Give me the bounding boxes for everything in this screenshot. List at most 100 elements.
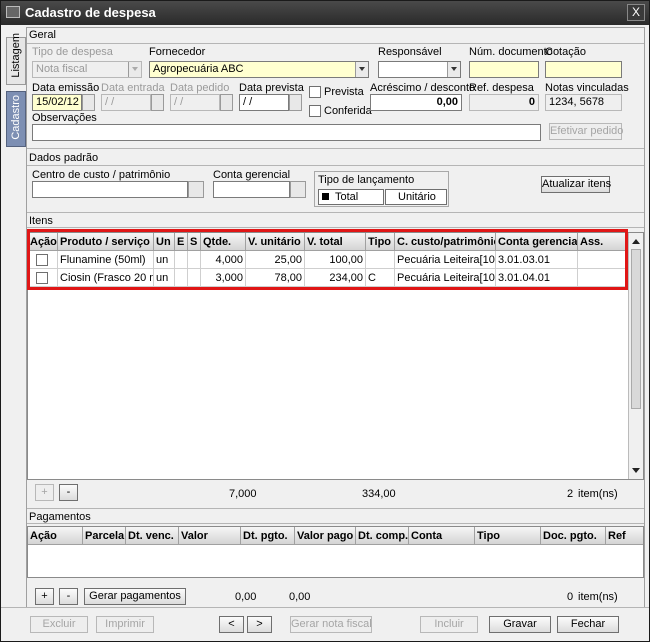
window-icon — [6, 6, 20, 18]
add-payment-button[interactable]: + — [35, 588, 54, 605]
responsavel-label: Responsável — [378, 46, 442, 58]
scroll-up-icon[interactable] — [631, 236, 641, 246]
imprimir-button[interactable]: Imprimir — [96, 616, 154, 633]
add-item-button[interactable]: + — [35, 484, 54, 501]
prevista-checkbox[interactable] — [309, 86, 321, 98]
data-pedido-input: / / — [170, 94, 220, 111]
conta-gerencial-lookup[interactable] — [290, 181, 306, 198]
previous-record-button[interactable]: < — [219, 616, 244, 633]
scroll-down-icon[interactable] — [631, 465, 641, 475]
gerar-nota-fiscal-button[interactable]: Gerar nota fiscal — [290, 616, 372, 633]
tipo-despesa-label: Tipo de despesa — [32, 46, 113, 58]
conferida-checkbox[interactable] — [309, 105, 321, 117]
form-panel: Geral Tipo de despesa Nota fiscal Fornec… — [26, 27, 645, 633]
observacoes-input[interactable] — [32, 124, 541, 141]
column-header[interactable]: Valor — [179, 527, 241, 545]
notas-vinculadas-label: Notas vinculadas — [545, 82, 629, 94]
centro-custo-input[interactable] — [32, 181, 188, 198]
divider — [27, 212, 644, 213]
chevron-down-icon — [128, 62, 141, 77]
responsavel-select[interactable] — [378, 61, 461, 78]
cotacao-input[interactable] — [545, 61, 622, 78]
centro-custo-label: Centro de custo / patrimônio — [32, 169, 171, 181]
divider — [27, 148, 644, 149]
column-header[interactable]: Tipo — [475, 527, 541, 545]
itens-count-unit: item(ns) — [578, 488, 618, 500]
remove-payment-button[interactable]: - — [59, 588, 78, 605]
conferida-label: Conferida — [324, 105, 372, 117]
data-emissao-picker[interactable] — [82, 94, 95, 111]
tipo-lancamento-label: Tipo de lançamento — [318, 174, 415, 186]
data-prevista-picker[interactable] — [289, 94, 302, 111]
ref-despesa-field: 0 — [469, 94, 539, 111]
data-entrada-picker — [151, 94, 164, 111]
ref-despesa-label: Ref. despesa — [469, 82, 534, 94]
gravar-button[interactable]: Gravar — [489, 616, 551, 633]
highlight-box — [27, 229, 628, 290]
column-header[interactable]: Valor pago — [295, 527, 356, 545]
unitario-label: Unitário — [398, 191, 436, 203]
column-header[interactable]: Conta — [409, 527, 475, 545]
conta-gerencial-label: Conta gerencial — [213, 169, 291, 181]
column-header[interactable]: Doc. pgto. — [541, 527, 606, 545]
tipo-despesa-select: Nota fiscal — [32, 61, 142, 78]
atualizar-itens-button[interactable]: Atualizar itens — [541, 176, 611, 193]
data-emissao-input[interactable]: 15/02/12 — [32, 94, 82, 111]
section-pagamentos-title: Pagamentos — [29, 511, 91, 523]
data-emissao-label: Data emissão — [32, 82, 100, 94]
data-entrada-label: Data entrada — [101, 82, 165, 94]
acrescimo-input[interactable]: 0,00 — [370, 94, 462, 111]
num-documento-input[interactable] — [469, 61, 539, 78]
pagamentos-total-pago: 0,00 — [289, 591, 311, 603]
total-label: Total — [335, 191, 359, 203]
column-header[interactable]: Parcela — [83, 527, 126, 545]
divider — [27, 508, 644, 509]
window-title: Cadastro de despesa — [25, 5, 156, 20]
divider — [27, 227, 644, 228]
divider — [27, 165, 644, 166]
column-header[interactable]: Dt. venc. — [126, 527, 179, 545]
action-bar: Excluir Imprimir < > Gerar nota fiscal I… — [1, 607, 649, 641]
centro-custo-lookup[interactable] — [188, 181, 204, 198]
total-selected-marker — [322, 193, 329, 200]
column-header[interactable]: Dt. pgto. — [241, 527, 295, 545]
observacoes-label: Observações — [32, 112, 97, 124]
gerar-pagamentos-button[interactable]: Gerar pagamentos — [84, 588, 186, 605]
column-header[interactable]: Dt. comp. — [356, 527, 409, 545]
data-prevista-input[interactable]: / / — [239, 94, 289, 111]
data-pedido-picker — [220, 94, 233, 111]
chevron-down-icon[interactable] — [447, 62, 460, 77]
title-bar: Cadastro de despesa X — [1, 1, 649, 25]
excluir-button[interactable]: Excluir — [30, 616, 88, 633]
cotacao-label: Cotação — [545, 46, 586, 58]
column-header[interactable]: Ref — [606, 527, 643, 545]
itens-scrollbar[interactable] — [628, 233, 643, 479]
next-record-button[interactable]: > — [247, 616, 272, 633]
num-documento-label: Núm. documento — [469, 46, 553, 58]
close-button[interactable]: X — [627, 4, 645, 21]
data-prevista-label: Data prevista — [239, 82, 304, 94]
itens-total-valor: 334,00 — [362, 488, 396, 500]
fechar-button[interactable]: Fechar — [557, 616, 619, 633]
data-entrada-input: / / — [101, 94, 151, 111]
section-itens-title: Itens — [29, 215, 53, 227]
incluir-button[interactable]: Incluir — [420, 616, 478, 633]
prevista-label: Prevista — [324, 86, 364, 98]
scroll-thumb[interactable] — [631, 249, 641, 409]
conta-gerencial-input[interactable] — [213, 181, 290, 198]
efetivar-pedido-button[interactable]: Efetivar pedido — [549, 123, 623, 140]
chevron-down-icon[interactable] — [355, 62, 368, 77]
tab-listagem[interactable]: Listagem — [6, 33, 26, 85]
section-dados-padrao-title: Dados padrão — [29, 152, 99, 164]
column-header[interactable]: Ação — [28, 527, 83, 545]
fornecedor-label: Fornecedor — [149, 46, 206, 58]
fornecedor-select[interactable]: Agropecuária ABC — [149, 61, 369, 78]
pagamentos-grid: Ação Parcela Dt. venc. Valor Dt. pgto. V… — [27, 526, 644, 578]
pagamentos-count-unit: item(ns) — [578, 591, 618, 603]
pagamentos-count: 0 — [567, 591, 574, 603]
tab-cadastro[interactable]: Cadastro — [6, 91, 26, 147]
window: Cadastro de despesa X Listagem Cadastro … — [0, 0, 650, 642]
divider — [27, 43, 644, 44]
remove-item-button[interactable]: - — [59, 484, 78, 501]
acrescimo-label: Acréscimo / desconto — [370, 82, 476, 94]
